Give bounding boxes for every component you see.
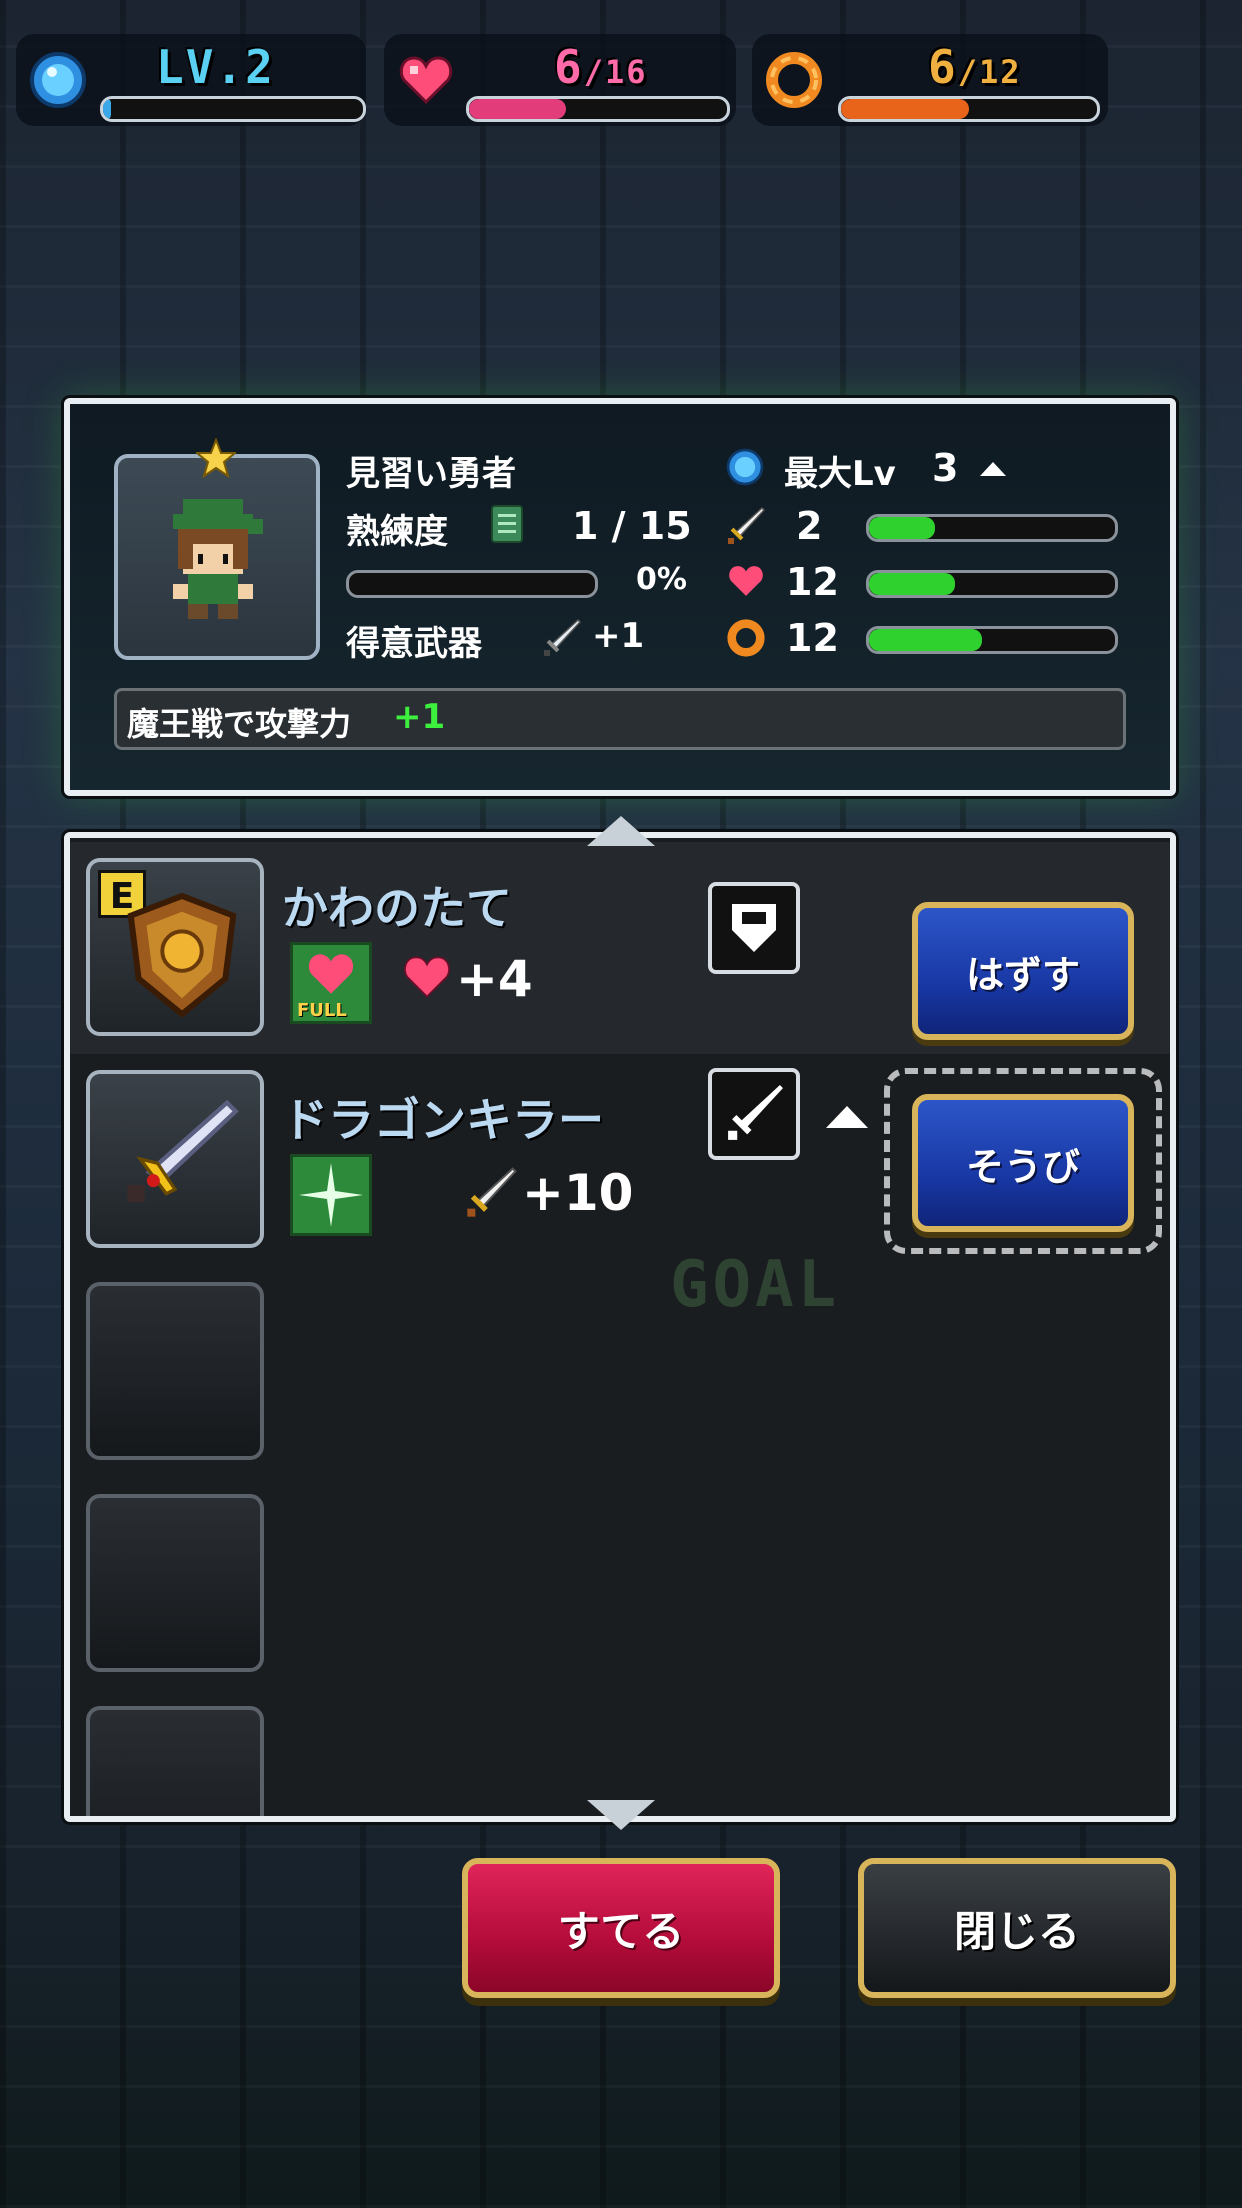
full-heal-effect-icon: FULL <box>290 942 372 1024</box>
sword-icon <box>728 506 766 544</box>
character-name: 見習い勇者 <box>346 454 516 494</box>
sparkle-icon <box>299 1163 363 1227</box>
attack-value: 2 <box>796 504 823 548</box>
item-type-box <box>708 1068 800 1160</box>
hp-stat-bar-fill <box>869 573 956 595</box>
item-name: ドラゴンキラー <box>282 1093 604 1147</box>
unequip-button[interactable]: はずす <box>912 902 1134 1040</box>
sword-icon <box>467 1167 517 1217</box>
blue-gem-icon <box>30 52 86 108</box>
item-slot[interactable] <box>86 1282 264 1460</box>
mastery-percent: 0% <box>636 562 687 597</box>
heart-icon <box>404 956 450 998</box>
favorite-weapon-bonus: +1 <box>592 616 645 656</box>
item-bonus: +10 <box>522 1164 634 1222</box>
max-lv-value: 3 <box>932 446 959 490</box>
dragon-killer-sword-icon <box>127 1099 239 1203</box>
sword-icon <box>728 1085 783 1140</box>
stamina-stat-bar <box>866 626 1118 654</box>
star-icon <box>196 438 236 478</box>
attack-bar-fill <box>869 517 936 539</box>
orange-ring-icon <box>766 52 822 108</box>
item-type-box <box>708 882 800 974</box>
hp-bar <box>466 96 730 122</box>
stamina-current: 6 <box>928 40 958 94</box>
mastery-label: 熟練度 <box>346 512 448 552</box>
leather-shield-icon <box>127 892 237 1018</box>
attack-bar <box>866 514 1118 542</box>
item-name: かわのたて <box>282 881 512 935</box>
empty-slot-row <box>70 1266 1170 1478</box>
book-icon <box>491 505 523 543</box>
up-arrow-icon <box>980 462 1006 476</box>
hp-max: /16 <box>583 53 648 91</box>
goal-marker: GOAL <box>670 1248 841 1322</box>
up-arrow-icon <box>826 1106 868 1128</box>
hp-stat-bar <box>866 570 1118 598</box>
hero-sprite-icon <box>173 499 263 619</box>
character-portrait[interactable] <box>114 438 320 660</box>
item-slot[interactable] <box>86 1706 264 1816</box>
shield-icon <box>732 904 776 952</box>
skill-description: 魔王戦で攻撃力 +1 <box>114 688 1126 750</box>
level-progress-bar <box>100 96 366 122</box>
max-lv-label: 最大Lv <box>784 454 896 494</box>
stamina-stat-value: 12 <box>786 616 839 660</box>
stamina-text: 6/12 <box>928 40 1022 94</box>
equip-button[interactable]: そうび <box>912 1094 1134 1232</box>
hp-current: 6 <box>554 40 584 94</box>
blue-gem-icon <box>726 448 764 486</box>
stamina-stat-bar-fill <box>869 629 983 651</box>
list-item[interactable]: E かわのたて FULL +4 はずす <box>70 842 1170 1054</box>
mastery-progress-bar <box>346 570 598 598</box>
item-list-panel: E かわのたて FULL +4 はずす ドラゴンキラー +10 そうび GOAL <box>64 832 1176 1822</box>
heart-icon <box>729 566 763 596</box>
full-label: FULL <box>297 1000 347 1021</box>
skill-text: 魔王戦で攻撃力 <box>127 705 352 743</box>
mastery-value: 1 / 15 <box>572 504 692 548</box>
stamina-bar <box>838 96 1100 122</box>
heart-icon <box>399 56 453 105</box>
character-panel: 見習い勇者 熟練度 1 / 15 0% 得意武器 +1 最大Lv 3 2 12 <box>64 398 1176 796</box>
sword-icon <box>544 618 582 656</box>
hud-hp: 6/16 <box>384 34 736 126</box>
skill-bonus: +1 <box>393 697 446 737</box>
orange-ring-icon <box>727 619 765 657</box>
level-progress-fill <box>103 99 111 119</box>
hud-stamina: 6/12 <box>752 34 1108 126</box>
item-slot[interactable] <box>86 1494 264 1672</box>
item-bonus: +4 <box>456 950 533 1008</box>
scroll-down-arrow-icon[interactable] <box>587 1800 655 1830</box>
favorite-weapon-label: 得意武器 <box>346 624 482 664</box>
hp-text: 6/16 <box>554 40 648 94</box>
hp-bar-fill <box>469 99 566 119</box>
empty-slot-row <box>70 1478 1170 1690</box>
close-button[interactable]: 閉じる <box>858 1858 1176 1998</box>
list-item[interactable]: ドラゴンキラー +10 そうび <box>70 1054 1170 1266</box>
hp-stat-value: 12 <box>786 560 839 604</box>
level-text: LV.2 <box>156 40 275 94</box>
sparkle-effect-icon <box>290 1154 372 1236</box>
item-slot[interactable]: E <box>86 858 264 1036</box>
stamina-max: /12 <box>957 53 1022 91</box>
stamina-bar-fill <box>841 99 969 119</box>
scroll-up-arrow-icon[interactable] <box>587 816 655 846</box>
item-slot[interactable] <box>86 1070 264 1248</box>
heart-icon <box>308 954 354 994</box>
discard-button[interactable]: すてる <box>462 1858 780 1998</box>
hud-level: LV.2 <box>16 34 366 126</box>
